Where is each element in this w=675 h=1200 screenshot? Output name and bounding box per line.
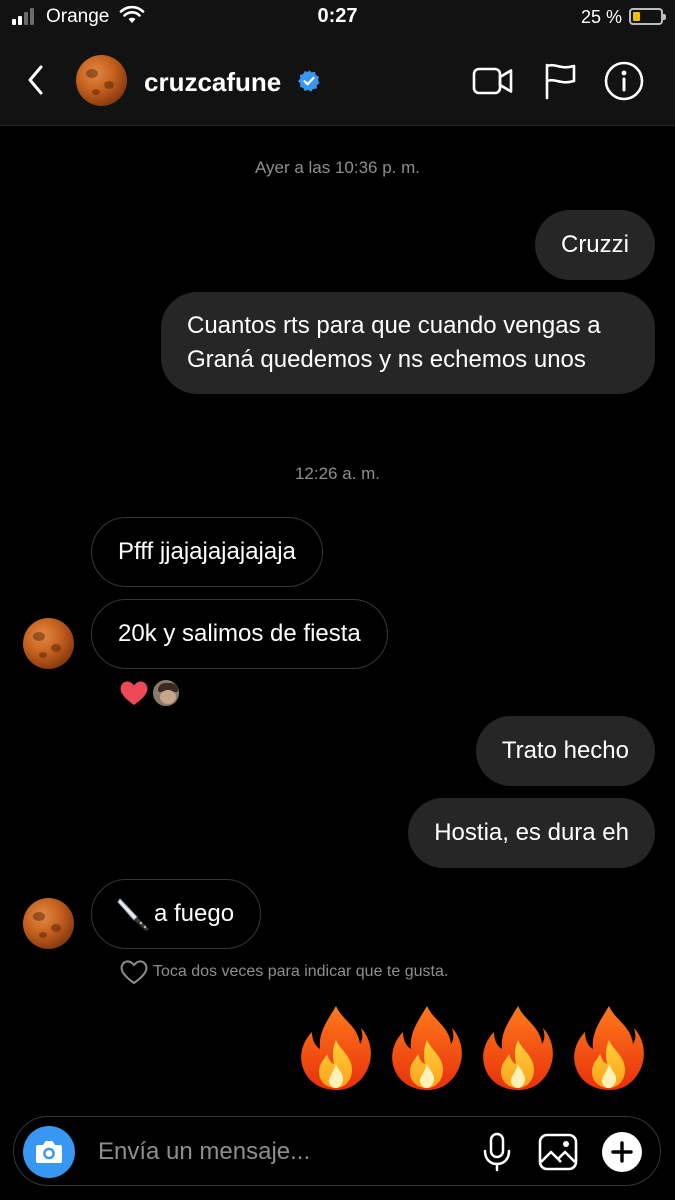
battery-level: [633, 12, 640, 21]
timestamp: 12:26 a. m.: [294, 464, 381, 483]
message-outgoing[interactable]: Trato hecho: [475, 716, 655, 786]
avatar[interactable]: [23, 898, 74, 949]
avatar[interactable]: [23, 618, 74, 669]
back-chevron-icon[interactable]: [22, 62, 52, 98]
add-attachment-button[interactable]: [602, 1132, 642, 1172]
message-input[interactable]: [98, 1130, 458, 1174]
username[interactable]: cruzcafune: [144, 67, 281, 98]
timestamp: Ayer a las 10:36 p. m.: [254, 158, 421, 177]
fire-emoji-icon: [480, 1004, 556, 1092]
like-hint: Toca dos veces para indicar que te gusta…: [119, 958, 448, 986]
fire-emoji-icon: [298, 1004, 374, 1092]
fire-emoji-icon: [389, 1004, 465, 1092]
microphone-icon[interactable]: [480, 1131, 514, 1173]
knife-emoji-icon: [117, 898, 149, 931]
avatar[interactable]: [76, 55, 127, 106]
message-outgoing[interactable]: Hostia, es dura eh: [408, 798, 655, 868]
clock: 0:27: [317, 5, 358, 27]
reactor-avatar: [151, 678, 181, 708]
video-call-icon[interactable]: [472, 60, 514, 102]
message-incoming[interactable]: a fuego: [91, 879, 262, 949]
chat-header: cruzcafune: [0, 34, 675, 126]
message-reactions[interactable]: [119, 678, 183, 708]
battery-percent: 25 %: [580, 7, 622, 27]
fire-emoji-icon: [571, 1004, 647, 1092]
like-hint-text: Toca dos veces para indicar que te gusta…: [153, 963, 449, 980]
message-text: a fuego: [154, 900, 235, 927]
status-bar: Orange 0:27 25 %: [0, 0, 675, 34]
message-incoming[interactable]: 20k y salimos de fiesta: [91, 599, 388, 669]
battery-icon: [629, 8, 666, 25]
camera-icon: [36, 1141, 62, 1163]
info-icon[interactable]: [603, 60, 645, 102]
message-incoming[interactable]: Pfff jjajajajajajaja: [91, 517, 323, 587]
heart-reaction-icon: [120, 681, 148, 705]
gallery-icon[interactable]: [537, 1131, 579, 1173]
message-composer: [13, 1116, 661, 1186]
flag-icon[interactable]: [540, 60, 582, 102]
message-outgoing[interactable]: Cruzzi: [534, 210, 655, 280]
verified-badge-icon: [298, 70, 320, 92]
message-outgoing[interactable]: Cuantos rts para que cuando vengas a Gra…: [161, 292, 655, 394]
plus-icon: [611, 1141, 633, 1163]
heart-outline-icon[interactable]: [119, 958, 149, 986]
camera-button[interactable]: [23, 1126, 75, 1178]
